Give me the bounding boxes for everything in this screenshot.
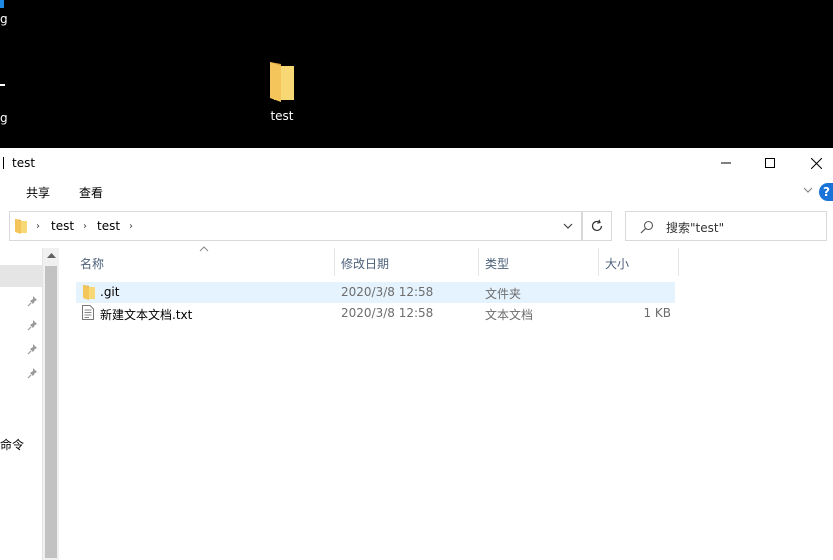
- desktop-partial-icon: [0, 0, 4, 8]
- column-separator[interactable]: [678, 248, 679, 276]
- file-type: 文本文档: [485, 308, 534, 322]
- file-type: 文件夹: [485, 287, 522, 301]
- folder-icon: [15, 219, 27, 234]
- chevron-right-icon[interactable]: ›: [83, 221, 87, 232]
- chevron-right-icon[interactable]: ›: [129, 221, 133, 232]
- desktop-partial-icon: [0, 84, 5, 86]
- maximize-button[interactable]: [747, 148, 793, 178]
- tab-view[interactable]: 查看: [79, 184, 103, 201]
- maximize-icon: [765, 158, 775, 168]
- breadcrumb-item[interactable]: test: [51, 219, 74, 233]
- file-list: 名称 修改日期 类型 大小 .git 2020/3/8 12:58 文件夹 新建…: [60, 246, 833, 560]
- nav-item-selected[interactable]: [0, 265, 42, 287]
- search-icon: [640, 220, 654, 234]
- refresh-button[interactable]: [582, 211, 612, 241]
- title-separator: [3, 157, 4, 169]
- file-row[interactable]: .git 2020/3/8 12:58 文件夹: [76, 282, 675, 303]
- nav-item-partial[interactable]: 命令: [0, 436, 24, 453]
- file-date: 2020/3/8 12:58: [341, 306, 434, 320]
- breadcrumb-item[interactable]: test: [97, 219, 120, 233]
- minimize-icon: [721, 162, 731, 164]
- pin-icon[interactable]: [27, 367, 39, 379]
- desktop-partial-label: g: [0, 12, 8, 26]
- chevron-right-icon[interactable]: ›: [36, 221, 40, 232]
- column-separator[interactable]: [478, 248, 479, 276]
- title-bar[interactable]: test: [0, 148, 833, 178]
- pin-icon[interactable]: [27, 295, 39, 307]
- help-button[interactable]: ?: [819, 183, 833, 201]
- tab-share[interactable]: 共享: [26, 184, 50, 201]
- folder-icon: [270, 62, 294, 102]
- scrollbar-thumb[interactable]: [45, 266, 57, 558]
- pin-icon[interactable]: [27, 319, 39, 331]
- close-button[interactable]: [793, 148, 833, 178]
- search-box[interactable]: 搜索"test": [625, 211, 827, 241]
- column-separator[interactable]: [334, 248, 335, 276]
- navigation-pane: 命令: [0, 248, 60, 560]
- folder-icon: [83, 285, 95, 300]
- nav-scrollbar[interactable]: [42, 248, 59, 560]
- sort-up-icon: [199, 246, 209, 252]
- column-header-size[interactable]: 大小: [605, 248, 629, 276]
- desktop: g g test: [0, 0, 833, 148]
- column-header-name[interactable]: 名称: [80, 248, 104, 276]
- minimize-button[interactable]: [703, 148, 749, 178]
- desktop-icon-label: test: [270, 109, 294, 123]
- text-file-icon: [82, 305, 94, 320]
- file-size: 1 KB: [643, 306, 671, 320]
- column-header-date[interactable]: 修改日期: [341, 248, 389, 276]
- ribbon: 共享 查看 ?: [0, 178, 833, 206]
- column-separator[interactable]: [598, 248, 599, 276]
- explorer-window: test 共享 查看 ? › test › test › 搜索"test" 命令…: [0, 148, 833, 560]
- search-placeholder: 搜索"test": [666, 221, 725, 235]
- window-title: test: [12, 156, 36, 170]
- close-icon: [810, 157, 822, 169]
- file-row[interactable]: 新建文本文档.txt 2020/3/8 12:58 文本文档 1 KB: [76, 303, 675, 324]
- file-name: .git: [100, 285, 120, 299]
- chevron-down-icon[interactable]: [803, 185, 813, 195]
- desktop-partial-label: g: [0, 111, 8, 125]
- scroll-up-icon[interactable]: [47, 252, 56, 258]
- column-header-type[interactable]: 类型: [485, 248, 509, 276]
- desktop-icon-test[interactable]: test: [247, 60, 317, 123]
- chevron-down-icon[interactable]: [563, 222, 573, 230]
- pin-icon[interactable]: [27, 343, 39, 355]
- address-bar[interactable]: › test › test ›: [9, 211, 582, 241]
- refresh-icon: [591, 219, 603, 232]
- file-date: 2020/3/8 12:58: [341, 285, 434, 299]
- file-name: 新建文本文档.txt: [100, 308, 193, 322]
